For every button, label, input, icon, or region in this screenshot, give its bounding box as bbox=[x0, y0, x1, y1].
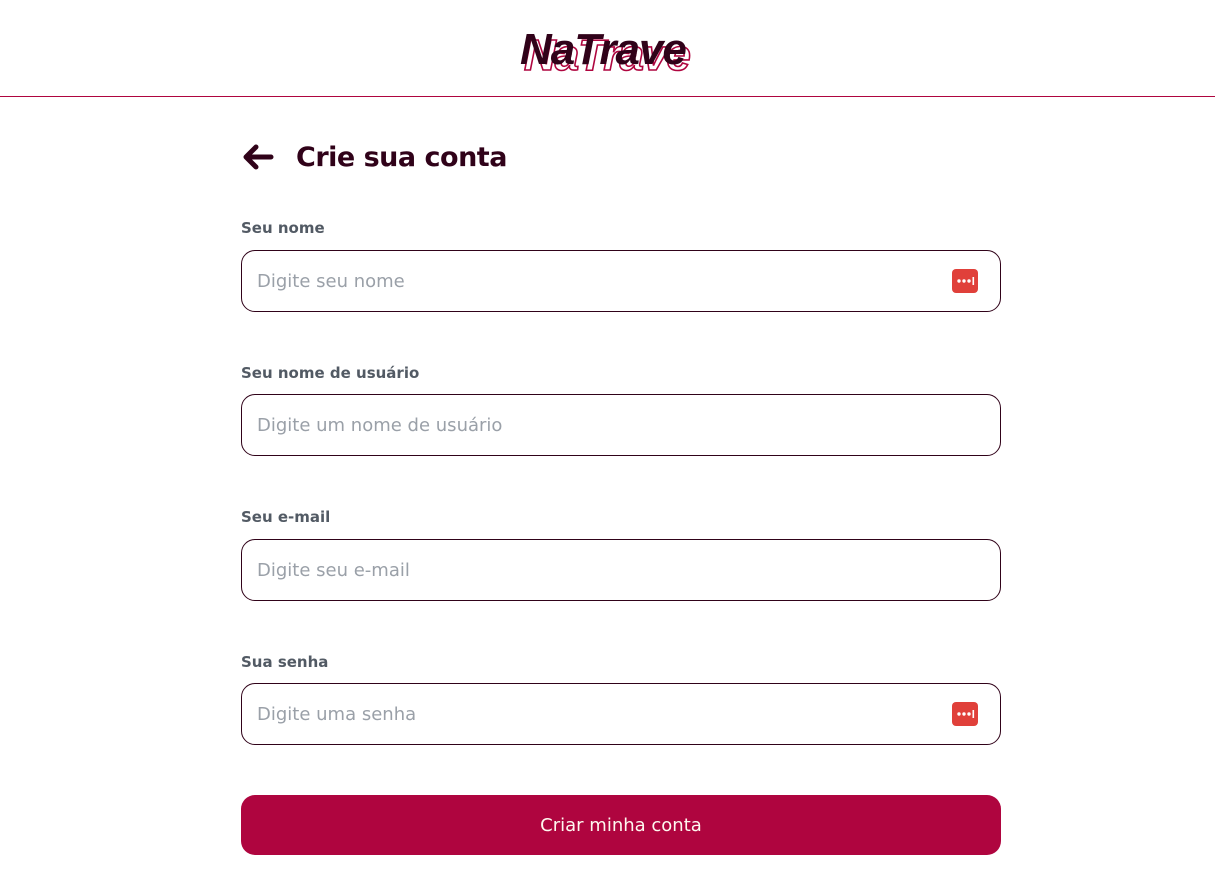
username-label: Seu nome de usuário bbox=[241, 364, 420, 382]
natrave-logo: NaTrave NaTrave bbox=[518, 20, 718, 81]
email-label: Seu e-mail bbox=[241, 508, 331, 526]
arrow-left-icon[interactable] bbox=[241, 141, 275, 173]
create-account-button[interactable]: Criar minha conta bbox=[241, 795, 1001, 855]
password-input[interactable] bbox=[257, 684, 937, 744]
email-input[interactable] bbox=[257, 540, 937, 600]
email-field-container bbox=[241, 539, 1001, 601]
page-header: NaTrave NaTrave bbox=[0, 0, 1215, 97]
username-field-container bbox=[241, 394, 1001, 456]
password-field-container bbox=[241, 683, 1001, 745]
password-manager-icon[interactable] bbox=[952, 269, 978, 293]
name-field-container bbox=[241, 250, 1001, 312]
svg-text:NaTrave: NaTrave bbox=[520, 25, 686, 74]
page-title: Crie sua conta bbox=[296, 142, 507, 173]
password-manager-icon[interactable] bbox=[952, 702, 978, 726]
username-input[interactable] bbox=[257, 395, 937, 455]
password-label: Sua senha bbox=[241, 653, 329, 671]
name-label: Seu nome bbox=[241, 219, 325, 237]
name-input[interactable] bbox=[257, 251, 937, 311]
